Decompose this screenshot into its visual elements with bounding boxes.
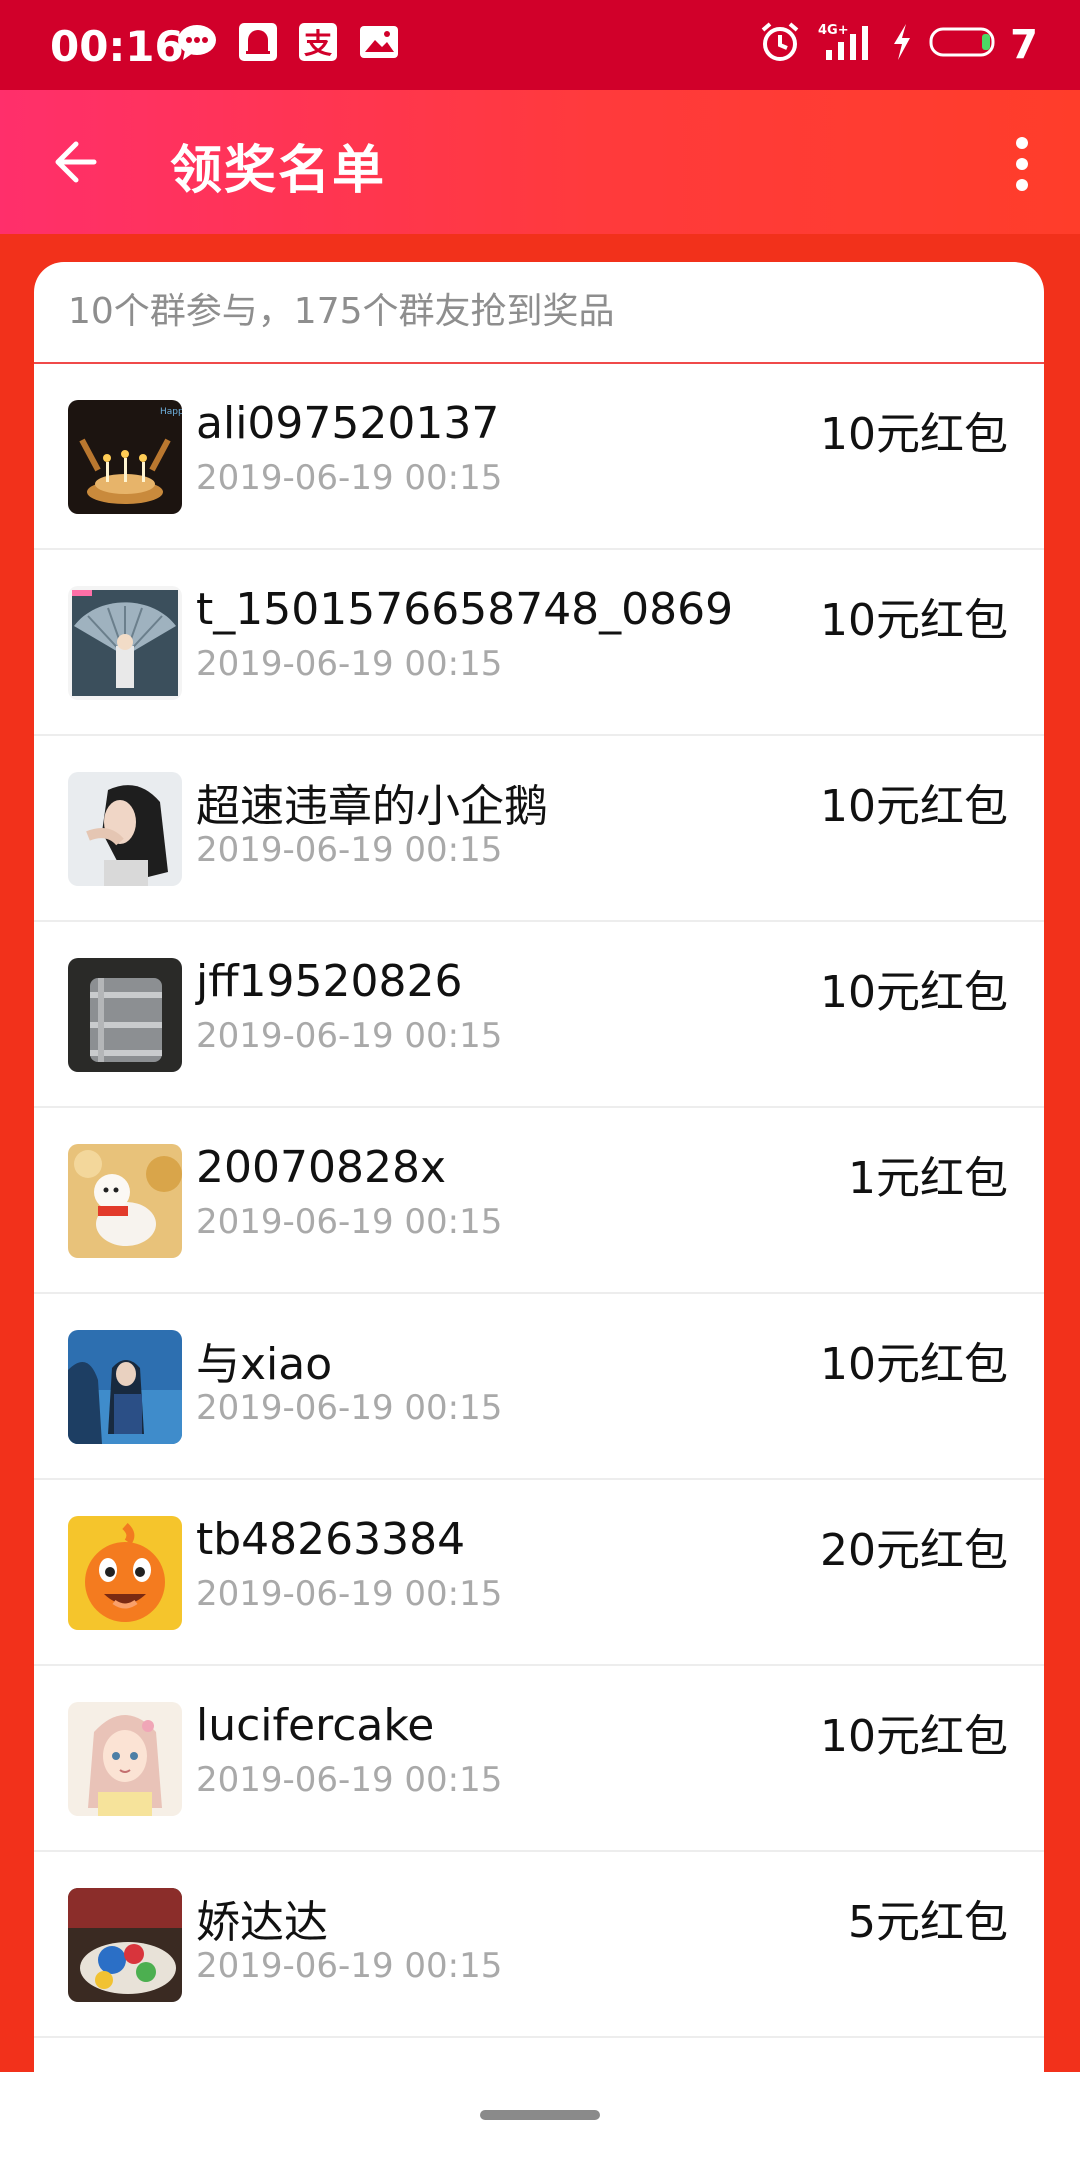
winner-row[interactable]: lucifercake 2019-06-19 00:15 10元红包 (34, 1666, 1044, 1852)
win-time: 2019-06-19 00:15 (196, 1574, 503, 1614)
svg-text:支: 支 (304, 27, 332, 60)
winner-row[interactable]: 超速违章的小企鹅 2019-06-19 00:15 10元红包 (34, 736, 1044, 922)
prize-amount: 10元红包 (820, 595, 1008, 646)
more-vertical-icon (1016, 137, 1028, 191)
winner-name: jff19520826 (196, 956, 463, 1007)
prize-amount: 10元红包 (820, 967, 1008, 1018)
win-time: 2019-06-19 00:15 (196, 458, 503, 498)
page-title: 领奖名单 (170, 141, 387, 201)
avatar[interactable] (68, 772, 182, 886)
winner-name: lucifercake (196, 1700, 435, 1751)
win-time: 2019-06-19 00:15 (196, 830, 503, 870)
win-time: 2019-06-19 00:15 (196, 1388, 503, 1428)
winner-row[interactable]: 娇达达 2019-06-19 00:15 5元红包 (34, 1852, 1044, 2038)
winner-row[interactable]: Happy ali097520137 2019-06-19 00:15 10元红… (34, 364, 1044, 550)
winner-row[interactable]: jff19520826 2019-06-19 00:15 10元红包 (34, 922, 1044, 1108)
app-bar: 领奖名单 (0, 90, 1080, 234)
notification-icon (236, 20, 280, 64)
avatar[interactable] (68, 586, 182, 700)
winner-row-partial[interactable] (34, 2038, 1044, 2072)
winner-name: tb48263384 (196, 1514, 466, 1565)
prize-amount: 5元红包 (848, 1897, 1008, 1948)
prize-amount: 10元红包 (820, 781, 1008, 832)
winner-row[interactable]: t_1501576658748_0869 2019-06-19 00:15 10… (34, 550, 1044, 736)
image-icon (357, 20, 401, 64)
prize-amount: 10元红包 (820, 1711, 1008, 1762)
prize-amount: 10元红包 (820, 1339, 1008, 1390)
battery-icon (928, 20, 1000, 64)
avatar[interactable]: Happy (68, 400, 182, 514)
winner-list-card: 10个群参与，175个群友抢到奖品 Happy ali097520137 201… (34, 262, 1044, 2072)
winner-row[interactable]: 与xiao 2019-06-19 00:15 10元红包 (34, 1294, 1044, 1480)
network-label: 4G+ (818, 23, 849, 38)
avatar[interactable] (68, 1516, 182, 1630)
prize-amount: 20元红包 (820, 1525, 1008, 1576)
alarm-icon (758, 20, 802, 64)
avatar[interactable] (68, 1702, 182, 1816)
status-bar: 00:16 支 4G+ 7 (0, 0, 1080, 90)
status-time: 00:16 (50, 22, 184, 71)
win-time: 2019-06-19 00:15 (196, 1202, 503, 1242)
avatar[interactable] (68, 1330, 182, 1444)
arrow-left-icon (55, 141, 97, 183)
back-button[interactable] (44, 126, 124, 198)
alipay-icon: 支 (296, 20, 340, 64)
navigation-bar (0, 2072, 1080, 2160)
winner-name: 与xiao (196, 1339, 333, 1390)
avatar[interactable] (68, 1888, 182, 2002)
winner-row[interactable]: tb48263384 2019-06-19 00:15 20元红包 (34, 1480, 1044, 1666)
more-button[interactable] (990, 128, 1054, 200)
battery-level: 7 (1010, 22, 1038, 68)
signal-icon: 4G+ (818, 20, 874, 64)
win-time: 2019-06-19 00:15 (196, 1946, 503, 1986)
winner-row[interactable]: 20070828x 2019-06-19 00:15 1元红包 (34, 1108, 1044, 1294)
winner-name: 20070828x (196, 1142, 446, 1193)
winner-name: t_1501576658748_0869 (196, 584, 734, 635)
prize-amount: 10元红包 (820, 409, 1008, 460)
message-icon (175, 20, 219, 64)
avatar[interactable] (68, 958, 182, 1072)
svg-text:Happy: Happy (160, 407, 182, 417)
charging-icon (888, 20, 916, 64)
avatar[interactable] (68, 1144, 182, 1258)
win-time: 2019-06-19 00:15 (196, 1016, 503, 1056)
winner-name: 超速违章的小企鹅 (196, 781, 548, 832)
winner-name: 娇达达 (196, 1897, 328, 1948)
participation-summary: 10个群参与，175个群友抢到奖品 (34, 262, 1044, 364)
home-indicator[interactable] (480, 2110, 600, 2120)
winner-name: ali097520137 (196, 398, 500, 449)
prize-amount: 1元红包 (848, 1153, 1008, 1204)
win-time: 2019-06-19 00:15 (196, 644, 503, 684)
win-time: 2019-06-19 00:15 (196, 1760, 503, 1800)
